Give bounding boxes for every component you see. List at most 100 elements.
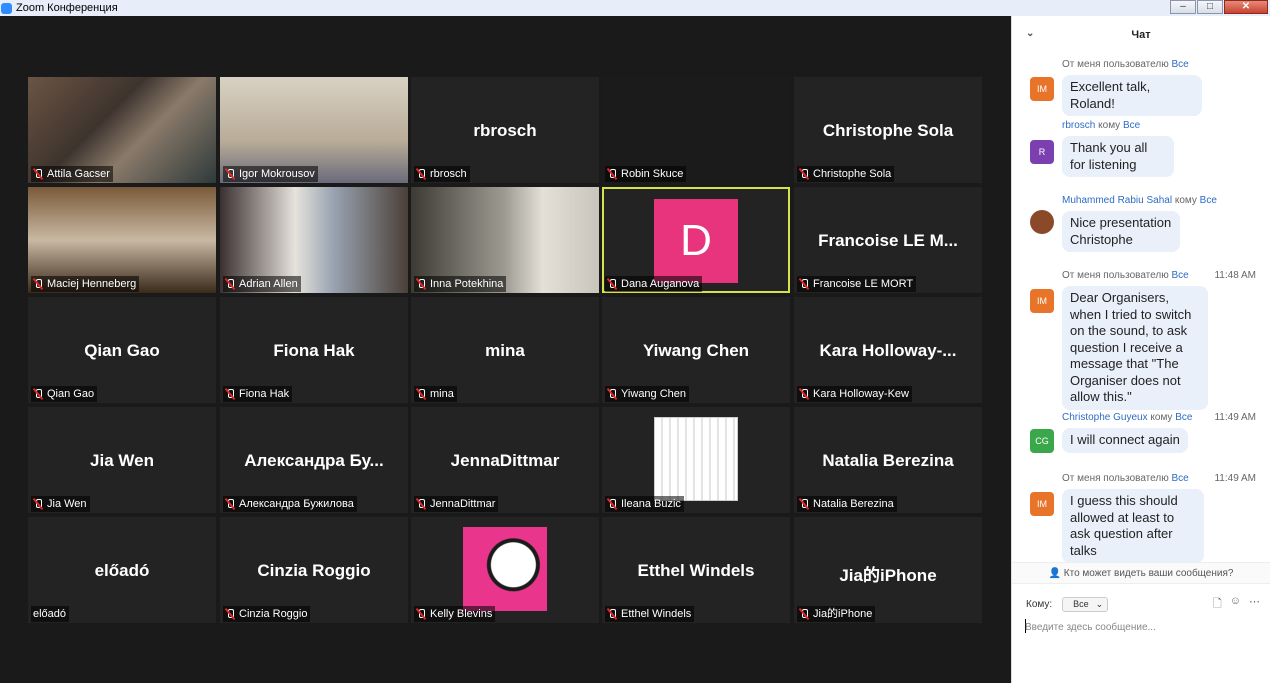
participant-tile[interactable]: Attila Gacser xyxy=(28,77,216,183)
participant-tile[interactable]: Ileana Buzic xyxy=(602,407,790,513)
participant-tile[interactable]: Jia的iPhone Jia的iPhone xyxy=(794,517,982,623)
muted-mic-icon xyxy=(415,608,427,620)
sender-name[interactable]: rbrosch xyxy=(1062,120,1095,131)
chat-message: IM От меня пользователю Все 11:48 AM Dear O… xyxy=(1012,269,1270,410)
participant-display-name: Yiwang Chen xyxy=(642,341,750,360)
participant-tile[interactable]: Robin Skuce xyxy=(602,77,790,183)
chat-panel: ⌄ Чат IM От меня пользователю Все Excellen… xyxy=(1011,16,1270,683)
close-button[interactable]: ✕ xyxy=(1224,0,1268,14)
chat-message: IM От меня пользователю Все Excellent talk… xyxy=(1012,58,1270,116)
minimize-button[interactable]: – xyxy=(1170,0,1196,14)
participant-name-label: Александра Бужилова xyxy=(223,496,357,512)
participant-tile[interactable]: Александра Бу... Александра Бужилова xyxy=(220,407,408,513)
chat-message: IM От меня пользователю Все 11:49 AM I gues… xyxy=(1012,472,1270,563)
sender-name[interactable]: От меня пользователю xyxy=(1062,270,1169,281)
participant-tile[interactable]: Francoise LE M... Francoise LE MORT xyxy=(794,187,982,293)
message-bubble[interactable]: Thank you all for listening xyxy=(1062,136,1174,177)
muted-mic-icon xyxy=(606,278,618,290)
sender-name[interactable]: От меня пользователю xyxy=(1062,59,1169,70)
chat-visibility-note[interactable]: 👤 Кто может видеть ваши сообщения? xyxy=(1012,562,1270,584)
participant-tile[interactable]: Kara Holloway-... Kara Holloway-Kew xyxy=(794,297,982,403)
message-meta: Christophe Guyeux кому Все 11:49 AM xyxy=(1062,411,1258,425)
participant-display-name: Qian Gao xyxy=(84,341,160,360)
participant-tile[interactable]: Fiona Hak Fiona Hak xyxy=(220,297,408,403)
window-controls: – □ ✕ xyxy=(1169,0,1268,14)
sender-name[interactable]: Muhammed Rabiu Sahal xyxy=(1062,195,1172,206)
participant-name-label: mina xyxy=(414,386,457,402)
participant-display-name: rbrosch xyxy=(473,121,537,140)
sender-avatar: IM xyxy=(1030,289,1054,313)
participant-display-name: Kara Holloway-... xyxy=(819,341,957,360)
participant-tile[interactable]: Christophe Sola Christophe Sola xyxy=(794,77,982,183)
muted-mic-icon xyxy=(32,168,44,180)
participant-tile[interactable]: Natalia Berezina Natalia Berezina xyxy=(794,407,982,513)
participant-tile[interactable]: D Dana Auganova xyxy=(602,187,790,293)
participant-name-label: Natalia Berezina xyxy=(797,496,897,512)
recipient-name[interactable]: Все xyxy=(1171,270,1188,281)
recipient-name[interactable]: Все xyxy=(1171,473,1188,484)
sender-name[interactable]: Christophe Guyeux xyxy=(1062,412,1148,423)
participant-tile[interactable]: Maciej Henneberg xyxy=(28,187,216,293)
more-icon[interactable]: ⋯ xyxy=(1249,595,1260,614)
participant-name-label: JennaDittmar xyxy=(414,496,499,512)
participant-name: Natalia Berezina xyxy=(813,498,894,510)
participant-name-label: Igor Mokrousov xyxy=(223,166,318,182)
muted-mic-icon xyxy=(798,168,810,180)
message-bubble[interactable]: Dear Organisers, when I tried to switch … xyxy=(1062,286,1208,410)
participant-name: Jia Wen xyxy=(47,498,87,510)
muted-mic-icon xyxy=(798,608,810,620)
message-input[interactable] xyxy=(1025,618,1255,636)
maximize-button[interactable]: □ xyxy=(1197,0,1223,14)
participant-tile[interactable]: Qian Gao Qian Gao xyxy=(28,297,216,403)
zoom-window: Zoom Конференция – □ ✕ Attila Gacser Igor… xyxy=(0,0,1270,683)
message-meta: rbrosch кому Все xyxy=(1062,119,1258,133)
recipient-name[interactable]: Все xyxy=(1171,59,1188,70)
recipient-select[interactable]: Все ⌄ xyxy=(1062,596,1109,612)
message-meta: От меня пользователю Все 11:49 AM xyxy=(1062,472,1258,486)
participant-tile[interactable]: Etthel Windels Etthel Windels xyxy=(602,517,790,623)
message-bubble[interactable]: I will connect again xyxy=(1062,428,1188,453)
sender-avatar: R xyxy=(1030,140,1054,164)
participant-name-label: Yiwang Chen xyxy=(605,386,690,402)
message-time: 11:49 AM xyxy=(1214,473,1256,484)
muted-mic-icon xyxy=(32,278,44,290)
file-icon[interactable]: 🗋 xyxy=(1213,595,1222,614)
recipient-name[interactable]: Все xyxy=(1123,120,1140,131)
participant-name: Dana Auganova xyxy=(621,278,700,290)
participant-tile[interactable]: mina mina xyxy=(411,297,599,403)
participant-tile[interactable]: Inna Potekhina xyxy=(411,187,599,293)
recipient-row: Кому: Все ⌄ 🗋 ☺ ⋯ xyxy=(1026,594,1260,614)
participant-tile[interactable]: előadó előadó xyxy=(28,517,216,623)
participant-name: Robin Skuce xyxy=(621,168,684,180)
message-bubble[interactable]: I guess this should allowed at least to … xyxy=(1062,489,1204,563)
message-meta: Muhammed Rabiu Sahal кому Все xyxy=(1062,194,1258,208)
participant-tile[interactable]: Jia Wen Jia Wen xyxy=(28,407,216,513)
participant-name: mina xyxy=(430,388,454,400)
participant-tile[interactable]: Kelly Blevins xyxy=(411,517,599,623)
muted-mic-icon xyxy=(224,278,236,290)
participant-tile[interactable]: Igor Mokrousov xyxy=(220,77,408,183)
recipient-name[interactable]: Все xyxy=(1175,412,1192,423)
emoji-icon[interactable]: ☺ xyxy=(1230,595,1241,614)
muted-mic-icon xyxy=(606,608,618,620)
muted-mic-icon xyxy=(32,388,44,400)
message-time: 11:49 AM xyxy=(1214,412,1256,423)
participant-tile[interactable]: JennaDittmar JennaDittmar xyxy=(411,407,599,513)
participant-name: Francoise LE MORT xyxy=(813,278,914,290)
muted-mic-icon xyxy=(798,278,810,290)
sender-avatar xyxy=(1030,210,1054,234)
gallery-view: Attila Gacser Igor Mokrousov rbrosch rbrosc… xyxy=(0,16,1011,683)
message-bubble[interactable]: Nice presentation Christophe xyxy=(1062,211,1180,252)
participant-tile[interactable]: rbrosch rbrosch xyxy=(411,77,599,183)
title-bar: Zoom Конференция – □ ✕ xyxy=(0,0,1270,16)
participant-tile[interactable]: Yiwang Chen Yiwang Chen xyxy=(602,297,790,403)
participant-tile[interactable]: Adrian Allen xyxy=(220,187,408,293)
sender-avatar: IM xyxy=(1030,77,1054,101)
muted-mic-icon xyxy=(415,498,427,510)
recipient-name[interactable]: Все xyxy=(1200,195,1217,206)
message-bubble[interactable]: Excellent talk, Roland! xyxy=(1062,75,1202,116)
sender-name[interactable]: От меня пользователю xyxy=(1062,473,1169,484)
participant-display-name: Christophe Sola xyxy=(822,121,954,140)
chevron-down-icon[interactable]: ⌄ xyxy=(1026,28,1034,39)
participant-tile[interactable]: Cinzia Roggio Cinzia Roggio xyxy=(220,517,408,623)
